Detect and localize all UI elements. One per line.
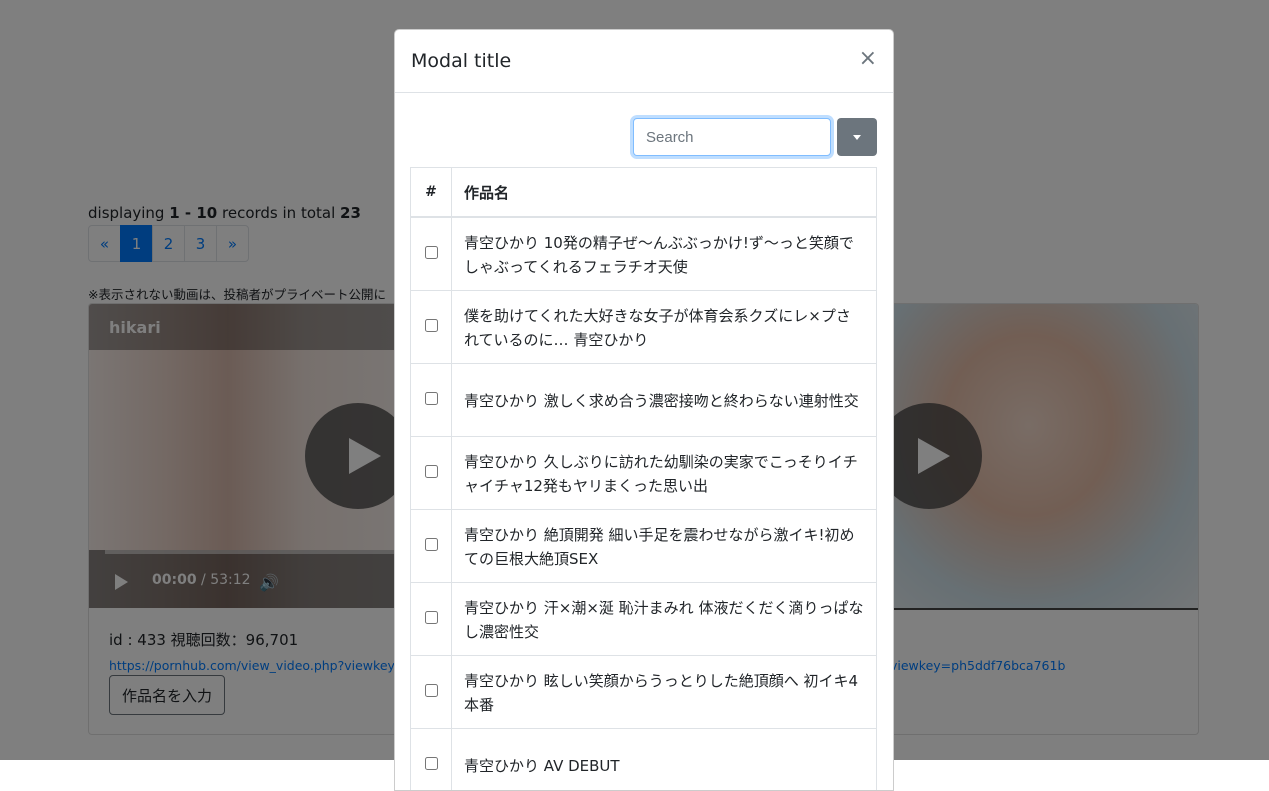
search-input[interactable] <box>633 118 831 156</box>
row-title: 青空ひかり 汗×潮×涎 恥汁まみれ 体液だくだく滴りっぱなし濃密性交 <box>452 583 877 656</box>
column-header-title: 作品名 <box>452 168 877 218</box>
close-icon[interactable]: × <box>859 48 877 70</box>
row-checkbox-cell <box>411 583 452 656</box>
table-header-row: # 作品名 <box>411 168 877 218</box>
table-row: 青空ひかり 汗×潮×涎 恥汁まみれ 体液だくだく滴りっぱなし濃密性交 <box>411 583 877 656</box>
table-row: 青空ひかり 久しぶりに訪れた幼馴染の実家でこっそりイチャイチャ12発もヤリまくっ… <box>411 437 877 510</box>
modal-title: Modal title <box>411 50 511 72</box>
table-row: 青空ひかり 絶頂開発 細い手足を震わせながら激イキ!初めての巨根大絶頂SEX <box>411 510 877 583</box>
row-checkbox-cell <box>411 437 452 510</box>
row-title: 僕を助けてくれた大好きな女子が体育会系クズにレ×プされているのに… 青空ひかり <box>452 291 877 364</box>
row-checkbox-cell <box>411 291 452 364</box>
row-checkbox[interactable] <box>425 392 438 405</box>
column-header-number: # <box>411 168 452 218</box>
row-checkbox-cell <box>411 656 452 729</box>
row-checkbox-cell <box>411 510 452 583</box>
row-checkbox[interactable] <box>425 319 438 332</box>
row-checkbox[interactable] <box>425 465 438 478</box>
table-row: 青空ひかり 激しく求め合う濃密接吻と終わらない連射性交 <box>411 364 877 437</box>
row-checkbox-cell <box>411 364 452 437</box>
row-checkbox-cell <box>411 217 452 291</box>
row-title: 青空ひかり 10発の精子ぜ～んぶぶっかけ!ず～っと笑顔でしゃぶってくれるフェラチ… <box>452 217 877 291</box>
row-title: 青空ひかり 絶頂開発 細い手足を震わせながら激イキ!初めての巨根大絶頂SEX <box>452 510 877 583</box>
row-checkbox[interactable] <box>425 684 438 697</box>
row-title: 青空ひかり 久しぶりに訪れた幼馴染の実家でこっそりイチャイチャ12発もヤリまくっ… <box>452 437 877 510</box>
table-row: 青空ひかり 10発の精子ぜ～んぶぶっかけ!ず～っと笑顔でしゃぶってくれるフェラチ… <box>411 217 877 291</box>
table-row: 青空ひかり 眩しい笑顔からうっとりした絶頂顔へ 初イキ4本番 <box>411 656 877 729</box>
row-checkbox[interactable] <box>425 757 438 770</box>
row-checkbox[interactable] <box>425 538 438 551</box>
titles-table: # 作品名 青空ひかり 10発の精子ぜ～んぶぶっかけ!ず～っと笑顔でしゃぶってく… <box>410 167 877 791</box>
row-checkbox[interactable] <box>425 246 438 259</box>
dropdown-toggle-button[interactable] <box>837 118 877 156</box>
row-checkbox[interactable] <box>425 611 438 624</box>
row-title: 青空ひかり 激しく求め合う濃密接吻と終わらない連射性交 <box>452 364 877 437</box>
table-row: 僕を助けてくれた大好きな女子が体育会系クズにレ×プされているのに… 青空ひかり <box>411 291 877 364</box>
modal-dialog: Modal title × # 作品名 青空ひかり 10発の精子ぜ～んぶぶっかけ… <box>394 29 894 791</box>
modal-header: Modal title × <box>395 30 893 93</box>
caret-down-icon <box>853 135 861 140</box>
row-title: 青空ひかり 眩しい笑顔からうっとりした絶頂顔へ 初イキ4本番 <box>452 656 877 729</box>
